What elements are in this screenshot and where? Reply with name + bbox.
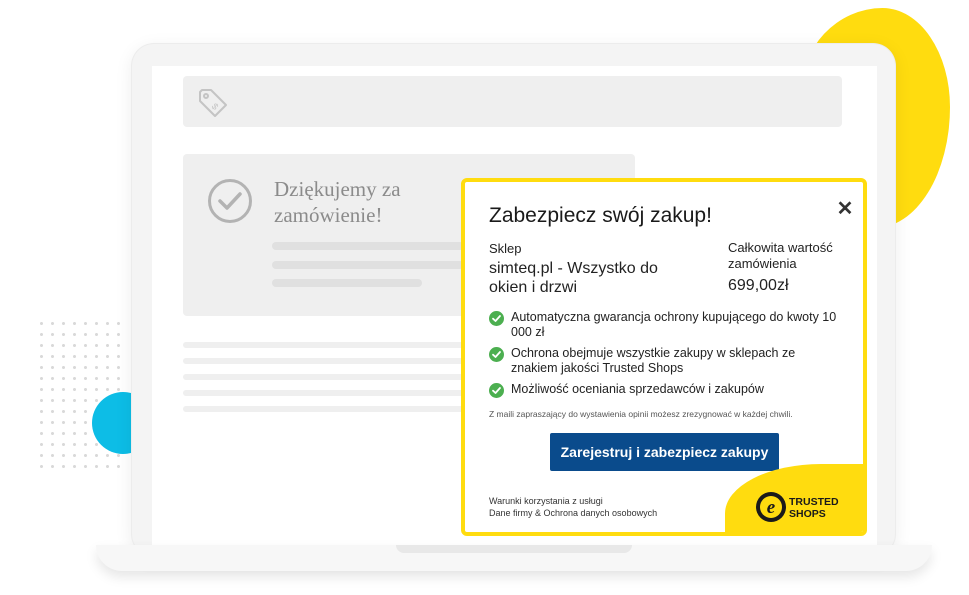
terms-link[interactable]: Warunki korzystania z usługi [489, 495, 657, 507]
laptop-base-notch [396, 545, 632, 553]
benefit-item: Możliwość oceniania sprzedawców i zakupó… [489, 382, 839, 398]
thank-you-heading: Dziękujemy za zamówienie! [274, 176, 474, 228]
price-tag-icon: $ [199, 89, 227, 117]
placeholder-line [183, 358, 473, 364]
check-circle-icon [208, 179, 252, 223]
register-protect-button[interactable]: Zarejestruj i zabezpiecz zakupy [550, 433, 779, 471]
trusted-shops-popup: Zabezpiecz swój zakup! ✕ Sklep simteq.pl… [461, 178, 867, 536]
check-circle-icon [489, 347, 504, 362]
benefit-text: Automatyczna gwarancja ochrony kupująceg… [511, 310, 837, 339]
benefit-text: Możliwość oceniania sprzedawców i zakupó… [511, 382, 764, 396]
order-total-value: 699,00zł [728, 277, 789, 294]
svg-text:TRUSTED: TRUSTED [789, 496, 839, 508]
order-total-label: Całkowita wartość zamówienia [728, 240, 833, 271]
placeholder-line [183, 342, 473, 348]
placeholder-line [183, 390, 473, 396]
benefit-item: Automatyczna gwarancja ochrony kupująceg… [489, 310, 839, 340]
trusted-shops-logo[interactable]: e TRUSTED SHOPS [755, 489, 855, 525]
privacy-link[interactable]: Dane firmy & Ochrona danych osobowych [489, 507, 657, 519]
popup-title: Zabezpiecz swój zakup! [489, 204, 712, 227]
thank-you-heading-line2: zamówienie! [274, 203, 383, 227]
thank-you-heading-line1: Dziękujemy za [274, 177, 401, 201]
placeholder-line [183, 374, 473, 380]
close-icon[interactable]: ✕ [835, 198, 855, 220]
placeholder-bar [272, 242, 464, 250]
svg-text:SHOPS: SHOPS [789, 508, 826, 520]
address-bar [183, 76, 842, 127]
benefit-text: Ochrona obejmuje wszystkie zakupy w skle… [511, 346, 796, 375]
benefits-list: Automatyczna gwarancja ochrony kupująceg… [489, 310, 839, 404]
svg-text:$: $ [210, 101, 221, 112]
placeholder-line [183, 406, 473, 412]
footer-links: Warunki korzystania z usługi Dane firmy … [489, 495, 657, 519]
shop-label: Sklep [489, 241, 522, 256]
placeholder-bar [272, 261, 464, 269]
unsubscribe-disclaimer: Z maili zapraszający do wystawienia opin… [489, 409, 793, 419]
check-circle-icon [489, 311, 504, 326]
placeholder-bar [272, 279, 422, 287]
shop-name: simteq.pl - Wszystko do okien i drzwi [489, 260, 658, 296]
benefit-item: Ochrona obejmuje wszystkie zakupy w skle… [489, 346, 839, 376]
svg-text:e: e [767, 497, 776, 518]
check-circle-icon [489, 383, 504, 398]
